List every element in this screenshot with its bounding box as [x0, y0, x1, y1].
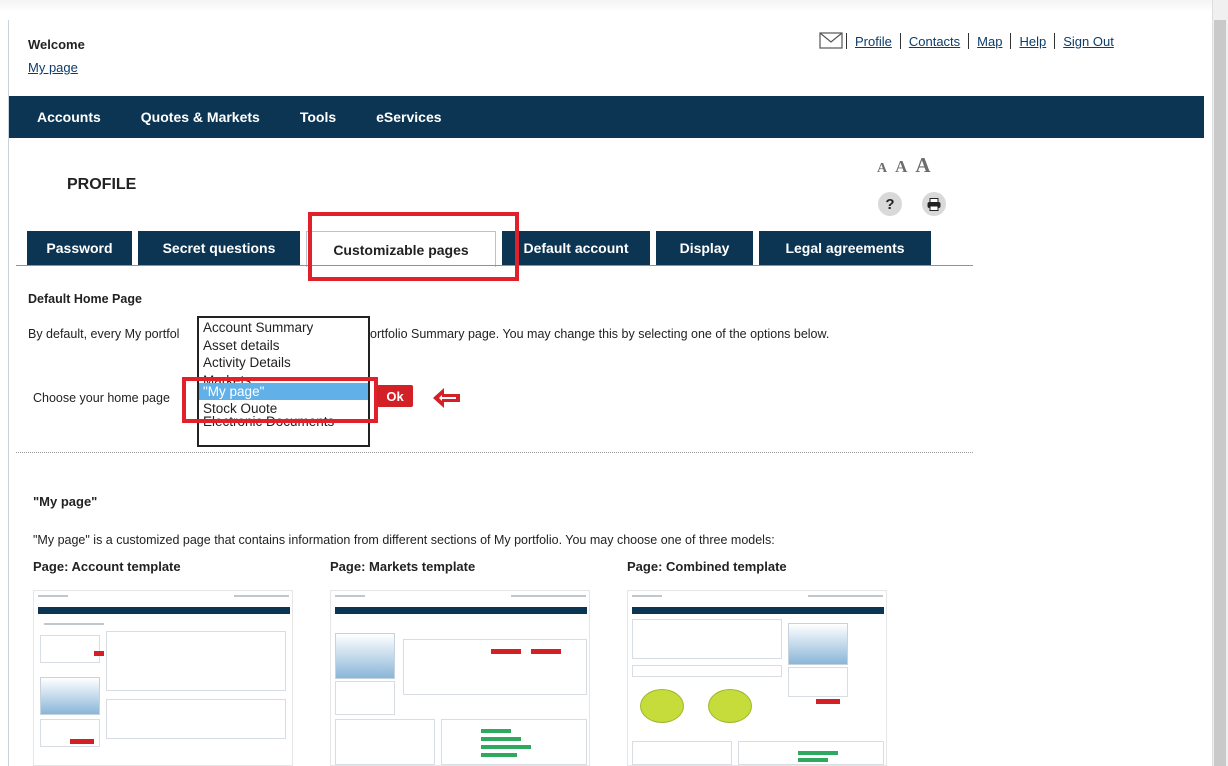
- thumb-button: [531, 649, 561, 654]
- thumb-bar: [481, 745, 531, 749]
- thumb-panel: [106, 699, 286, 739]
- ok-button[interactable]: Ok: [377, 385, 413, 407]
- arrow-left-icon: [433, 388, 460, 408]
- tab-secret-questions[interactable]: Secret questions: [138, 231, 300, 265]
- link-separator: [1010, 33, 1012, 49]
- account-template-thumbnail[interactable]: [33, 590, 293, 766]
- map-link[interactable]: Map: [977, 34, 1002, 49]
- thumb-panel: [403, 639, 587, 695]
- printer-icon-glyph: [927, 197, 941, 211]
- main-nav: Accounts Quotes & Markets Tools eService…: [9, 96, 1204, 138]
- my-page-link[interactable]: My page: [28, 60, 78, 75]
- thumb-panel: [632, 665, 782, 677]
- thumb-button: [816, 699, 840, 704]
- thumb-pie: [708, 689, 752, 723]
- thumb-pie: [640, 689, 684, 723]
- thumb-text: [808, 595, 883, 597]
- top-edge: [0, 0, 1228, 12]
- thumb-text: [44, 623, 104, 625]
- thumb-panel: [441, 719, 587, 765]
- thumb-nav: [335, 607, 587, 614]
- thumb-text: [632, 595, 662, 597]
- thumb-bar: [481, 729, 511, 733]
- thumb-text: [38, 595, 68, 597]
- thumb-table: [335, 681, 395, 715]
- option-account-summary[interactable]: Account Summary: [203, 319, 364, 337]
- thumb-button: [70, 739, 94, 744]
- thumb-panel: [106, 631, 286, 691]
- tab-default-account[interactable]: Default account: [502, 231, 650, 265]
- link-separator: [968, 33, 970, 49]
- combined-template-title: Page: Combined template: [627, 559, 787, 574]
- vertical-scrollbar[interactable]: [1212, 0, 1228, 766]
- thumb-table: [335, 719, 435, 765]
- help-icon[interactable]: ?: [878, 192, 902, 216]
- nav-eservices[interactable]: eServices: [376, 109, 441, 125]
- font-size-medium-button[interactable]: A: [895, 157, 907, 177]
- link-separator: [846, 33, 847, 49]
- sign-out-link[interactable]: Sign Out: [1063, 34, 1114, 49]
- thumb-panel: [40, 635, 100, 663]
- thumb-chart: [788, 623, 848, 665]
- thumb-bar: [481, 753, 517, 757]
- thumb-text: [335, 595, 365, 597]
- scrollbar-thumb[interactable]: [1214, 20, 1226, 766]
- font-size-small-button[interactable]: A: [877, 161, 887, 177]
- page-title: PROFILE: [67, 176, 137, 193]
- thumb-table: [632, 741, 732, 765]
- thumb-button: [94, 651, 104, 656]
- nav-tools[interactable]: Tools: [300, 109, 336, 125]
- thumb-nav: [38, 607, 290, 614]
- font-size-large-button[interactable]: A: [915, 153, 930, 178]
- thumb-text: [234, 595, 289, 597]
- combined-template-thumbnail[interactable]: [627, 590, 887, 766]
- thumb-panel: [632, 619, 782, 659]
- nav-quotes-markets[interactable]: Quotes & Markets: [141, 109, 260, 125]
- markets-template-title: Page: Markets template: [330, 559, 476, 574]
- option-asset-details[interactable]: Asset details: [203, 337, 364, 355]
- option-activity-details[interactable]: Activity Details: [203, 354, 364, 372]
- tab-password[interactable]: Password: [27, 231, 132, 265]
- font-size-controls: A A A: [877, 153, 939, 178]
- tab-display[interactable]: Display: [656, 231, 753, 265]
- tab-highlight-annotation: [308, 212, 519, 281]
- markets-template-thumbnail[interactable]: [330, 590, 590, 766]
- thumb-text: [511, 595, 586, 597]
- thumb-bar: [481, 737, 521, 741]
- printer-icon[interactable]: [922, 192, 946, 216]
- option-highlight-annotation: [182, 377, 378, 423]
- thumb-chart: [335, 633, 395, 679]
- my-page-description: "My page" is a customized page that cont…: [33, 533, 775, 547]
- help-link[interactable]: Help: [1019, 34, 1046, 49]
- thumb-button: [491, 649, 521, 654]
- contacts-link[interactable]: Contacts: [909, 34, 960, 49]
- welcome-text: Welcome: [28, 37, 85, 52]
- default-home-title: Default Home Page: [28, 292, 142, 306]
- default-home-description-start: By default, every My portfol: [28, 327, 180, 341]
- tab-legal-agreements[interactable]: Legal agreements: [759, 231, 931, 265]
- choose-home-label: Choose your home page: [33, 391, 170, 405]
- default-home-description-end: ortfolio Summary page. You may change th…: [370, 327, 830, 341]
- link-separator: [899, 33, 901, 49]
- thumb-bar: [798, 758, 828, 762]
- thumb-table: [788, 667, 848, 697]
- thumb-nav: [632, 607, 884, 614]
- link-separator: [1054, 33, 1056, 49]
- profile-link[interactable]: Profile: [855, 34, 892, 49]
- help-icon-glyph: ?: [885, 195, 895, 213]
- account-template-title: Page: Account template: [33, 559, 181, 574]
- my-page-title: "My page": [33, 494, 98, 509]
- section-divider: [16, 452, 973, 453]
- top-links: Profile Contacts Map Help Sign Out: [838, 33, 1114, 49]
- thumb-bar: [798, 751, 838, 755]
- thumb-chart: [40, 677, 100, 715]
- nav-accounts[interactable]: Accounts: [37, 109, 101, 125]
